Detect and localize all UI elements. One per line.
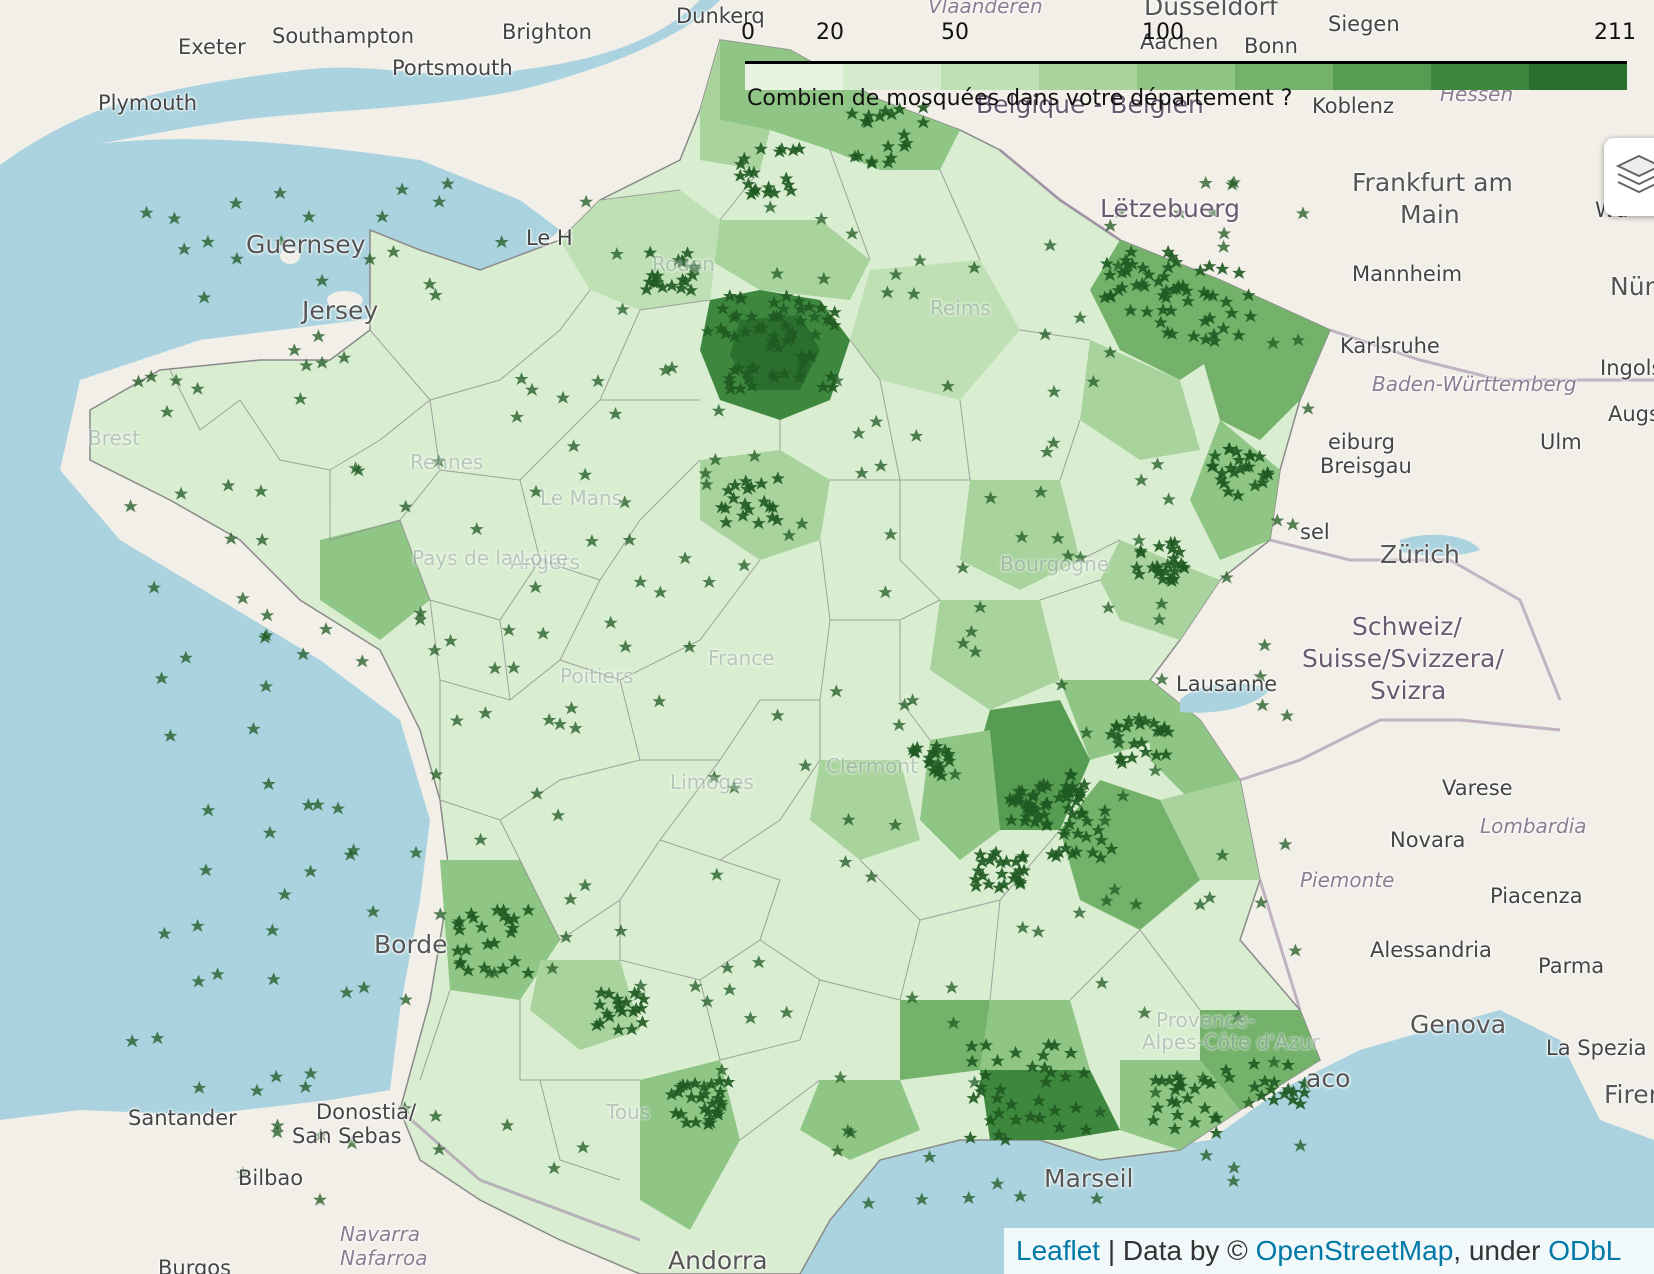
place-label-bordeaux: Borde <box>374 930 448 959</box>
place-label-donostia-2: San Sebas <box>292 1124 402 1148</box>
legend-tick-100: 100 <box>1142 20 1184 45</box>
place-label-brest: Brest <box>88 426 141 450</box>
place-label-rennes: Rennes <box>410 450 484 474</box>
dept-gard <box>900 1000 990 1080</box>
legend-color-step <box>1529 64 1627 90</box>
place-label-provence: Provence- <box>1156 1008 1256 1032</box>
legend-caption: Combien de mosquées dans votre départeme… <box>747 86 1293 111</box>
layers-control[interactable] <box>1604 138 1654 216</box>
place-label-firenze: Firen <box>1604 1080 1654 1109</box>
place-label-bilbao: Bilbao <box>238 1166 304 1190</box>
layers-icon[interactable] <box>1616 152 1654 202</box>
place-label-freiburg-1: eiburg <box>1328 430 1395 454</box>
place-label-limoges: Limoges <box>670 770 754 794</box>
place-label-genova: Genova <box>1410 1010 1507 1039</box>
place-label-ulm: Ulm <box>1540 430 1582 454</box>
map-container[interactable]: Exeter Southampton Brighton Portsmouth P… <box>0 0 1654 1274</box>
place-label-nurnberg: Nür <box>1610 272 1654 301</box>
place-label-alps: Alpes-Côte d'Azur <box>1142 1030 1320 1054</box>
place-label-schweiz-2: Suisse/Svizzera/ <box>1302 644 1504 673</box>
place-label-zurich: Zürich <box>1380 540 1460 569</box>
place-label-guernsey: Guernsey <box>246 230 366 259</box>
place-label-augsburg: Augs <box>1608 402 1654 426</box>
place-label-alessandria: Alessandria <box>1370 938 1492 962</box>
place-label-france: France <box>708 646 775 670</box>
openstreetmap-link[interactable]: OpenStreetMap <box>1256 1235 1454 1266</box>
place-label-clermont: Clermont <box>826 754 918 778</box>
place-label-frankfurt-2: Main <box>1400 200 1460 229</box>
place-label-marseille: Marseil <box>1044 1164 1134 1193</box>
place-label-rouen: Rouen <box>652 252 715 276</box>
place-label-basel: sel <box>1300 520 1330 544</box>
place-label-novara: Novara <box>1390 828 1466 852</box>
place-label-nafarroa: Nafarroa <box>340 1246 428 1270</box>
place-label-plymouth: Plymouth <box>98 91 198 115</box>
place-label-navarra: Navarra <box>340 1222 421 1246</box>
attribution-separator: | Data by © <box>1100 1235 1256 1266</box>
place-label-burgos: Burgos <box>158 1256 232 1274</box>
place-label-parma: Parma <box>1538 954 1605 978</box>
place-label-brighton: Brighton <box>502 20 592 44</box>
place-label-southampton: Southampton <box>272 24 415 48</box>
legend-color-step <box>1431 64 1529 90</box>
place-label-toulouse: Tous <box>606 1100 651 1124</box>
place-label-piemonte: Piemonte <box>1300 868 1395 892</box>
place-label-lausanne: Lausanne <box>1176 672 1278 696</box>
place-label-le-havre: Le H <box>526 226 573 250</box>
legend-tick-211: 211 <box>1594 20 1636 45</box>
place-label-schweiz-3: Svizra <box>1370 676 1447 705</box>
legend-color-step <box>1333 64 1431 90</box>
place-label-ingolstadt: Ingols <box>1600 356 1654 380</box>
legend-tick-50: 50 <box>941 20 969 45</box>
odbl-link[interactable]: ODbL <box>1548 1235 1621 1266</box>
place-label-schweiz-1: Schweiz/ <box>1352 612 1462 641</box>
place-label-reims: Reims <box>930 296 991 320</box>
place-label-varese: Varese <box>1442 776 1513 800</box>
place-label-jersey: Jersey <box>302 296 379 325</box>
color-legend: 0 20 50 100 211 Combien de mosquées dans… <box>741 14 1636 111</box>
place-label-portsmouth: Portsmouth <box>392 56 513 80</box>
legend-tick-0: 0 <box>741 20 755 45</box>
place-label-pays-loire: Pays de la Loire <box>412 546 569 570</box>
place-label-poitiers: Poitiers <box>560 664 634 688</box>
place-label-letzebuerg: Lëtzebuerg <box>1100 194 1240 223</box>
place-label-bourgogne: Bourgogne <box>1000 552 1110 576</box>
place-label-baden: Baden-Württemberg <box>1372 372 1577 396</box>
place-label-lombardia: Lombardia <box>1480 814 1587 838</box>
place-label-andorra: Andorra <box>668 1246 768 1274</box>
place-label-le-mans: Le Mans <box>540 486 623 510</box>
place-label-piacenza: Piacenza <box>1490 884 1583 908</box>
attribution-under: , under <box>1453 1235 1549 1266</box>
place-label-freiburg-2: Breisgau <box>1320 454 1412 478</box>
legend-tick-20: 20 <box>816 20 844 45</box>
place-label-exeter: Exeter <box>178 35 246 59</box>
place-label-santander: Santander <box>128 1106 237 1130</box>
map-attribution: Leaflet | Data by © OpenStreetMap, under… <box>1004 1228 1654 1274</box>
place-label-donostia-1: Donostia/ <box>316 1100 417 1124</box>
place-label-monaco: aco <box>1306 1064 1351 1093</box>
place-label-frankfurt-1: Frankfurt am <box>1352 168 1513 197</box>
place-label-la-spezia: La Spezia <box>1546 1036 1647 1060</box>
place-label-mannheim: Mannheim <box>1352 262 1463 286</box>
leaflet-link[interactable]: Leaflet <box>1016 1235 1100 1266</box>
place-label-karlsruhe: Karlsruhe <box>1340 334 1440 358</box>
